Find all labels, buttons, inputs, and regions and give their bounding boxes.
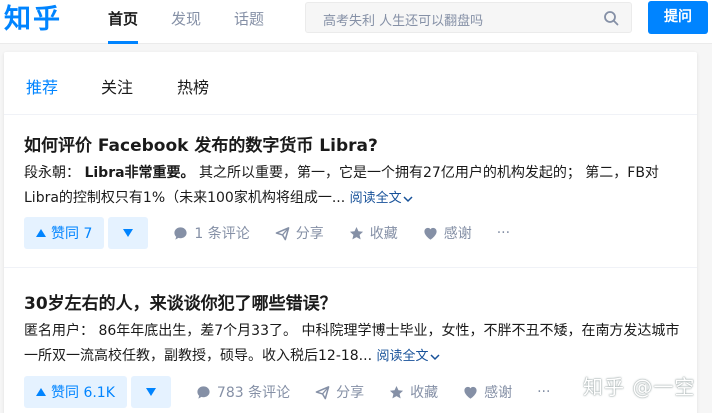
more-icon: ··· <box>496 225 511 241</box>
share-icon <box>315 385 330 399</box>
read-more-label: 阅读全文 <box>349 191 402 206</box>
answer-excerpt[interactable]: 段永朝： Libra非常重要。 其之所以重要，第一，它是一个拥有27亿用户的机构… <box>24 161 684 211</box>
search-input[interactable]: 高考失利 人生还可以翻盘吗 <box>305 2 632 33</box>
share-label: 分享 <box>336 385 365 401</box>
nav-home[interactable]: 首页 <box>108 0 139 44</box>
comment-label: 1 条评论 <box>194 226 250 242</box>
tab-follow[interactable]: 关注 <box>101 74 133 98</box>
answer-author: 匿名用户： <box>24 323 94 339</box>
chevron-down-icon <box>429 353 440 360</box>
feed-item: 如何评价 Facebook 发布的数字货币 Libra? 段永朝： Libra非… <box>4 116 697 268</box>
triangle-down-icon <box>123 229 134 237</box>
answer-author: 段永朝： <box>24 165 80 181</box>
tab-recommend[interactable]: 推荐 <box>26 74 58 98</box>
vote-up-button[interactable]: 赞同 7 <box>24 217 105 249</box>
share-icon <box>275 226 290 240</box>
question-title[interactable]: 如何评价 Facebook 发布的数字货币 Libra? <box>24 131 378 156</box>
search-placeholder: 高考失利 人生还可以翻盘吗 <box>323 14 484 29</box>
zhihu-logo[interactable]: 知乎 <box>4 3 62 37</box>
share-button[interactable]: 分享 <box>275 223 324 243</box>
triangle-up-icon <box>36 388 46 396</box>
tab-hot[interactable]: 热榜 <box>177 74 209 98</box>
vote-up-button[interactable]: 赞同 6.1K <box>24 376 127 408</box>
share-label: 分享 <box>295 226 324 242</box>
comment-label: 783 条评论 <box>216 385 291 401</box>
triangle-up-icon <box>36 229 46 237</box>
thanks-label: 感谢 <box>443 226 472 242</box>
read-more-label: 阅读全文 <box>376 349 429 364</box>
answer-actions: 赞同 7 1 条评论 分享 收藏 感谢 ··· <box>24 217 510 249</box>
more-button[interactable]: ··· <box>497 225 510 241</box>
answer-actions: 赞同 6.1K 783 条评论 分享 收藏 感谢 ··· <box>24 376 550 408</box>
feed-card: 推荐 关注 热榜 如何评价 Facebook 发布的数字货币 Libra? 段永… <box>4 52 697 413</box>
more-icon: ··· <box>537 384 551 400</box>
main-nav: 首页 发现 话题 <box>108 0 297 44</box>
read-more-link[interactable]: 阅读全文 <box>376 349 440 364</box>
comment-icon <box>197 385 210 399</box>
comment-icon <box>174 226 187 240</box>
search-icon[interactable] <box>603 10 619 26</box>
share-button[interactable]: 分享 <box>315 382 364 402</box>
watermark: 知乎 @一空 <box>583 375 696 399</box>
thanks-label: 感谢 <box>484 385 513 401</box>
nav-explore[interactable]: 发现 <box>171 0 201 44</box>
collect-label: 收藏 <box>369 226 398 242</box>
vote-down-button[interactable] <box>108 217 149 249</box>
heart-icon <box>464 386 477 399</box>
vote-count: 赞同 7 <box>51 226 93 242</box>
heart-icon <box>424 227 437 240</box>
more-button[interactable]: ··· <box>537 384 550 400</box>
star-icon <box>390 385 404 398</box>
question-title[interactable]: 30岁左右的人，来谈谈你犯了哪些错误？ <box>24 289 337 314</box>
thanks-button[interactable]: 感谢 <box>463 382 512 402</box>
vote-down-button[interactable] <box>130 376 171 408</box>
comment-button[interactable]: 1 条评论 <box>173 223 250 243</box>
comment-button[interactable]: 783 条评论 <box>196 382 290 402</box>
top-header: 知乎 首页 发现 话题 高考失利 人生还可以翻盘吗 提问 <box>0 0 712 44</box>
star-icon <box>349 226 363 239</box>
collect-button[interactable]: 收藏 <box>349 223 398 243</box>
ask-question-button[interactable]: 提问 <box>648 1 708 34</box>
thanks-button[interactable]: 感谢 <box>423 223 472 243</box>
feed-tabs: 推荐 关注 热榜 <box>4 52 697 115</box>
answer-text: 86年年底出生，差7个月33了。 中科院理学博士毕业，女性，不胖不丑不矮，在南方… <box>24 323 680 364</box>
nav-topics[interactable]: 话题 <box>234 0 264 44</box>
answer-excerpt[interactable]: 匿名用户： 86年年底出生，差7个月33了。 中科院理学博士毕业，女性，不胖不丑… <box>24 319 684 369</box>
chevron-down-icon <box>403 195 413 202</box>
answer-bold-text: Libra非常重要。 <box>84 165 195 181</box>
triangle-down-icon <box>145 388 156 396</box>
collect-label: 收藏 <box>410 385 439 401</box>
read-more-link[interactable]: 阅读全文 <box>350 191 414 206</box>
collect-button[interactable]: 收藏 <box>389 382 438 402</box>
vote-count: 赞同 6.1K <box>51 385 115 401</box>
